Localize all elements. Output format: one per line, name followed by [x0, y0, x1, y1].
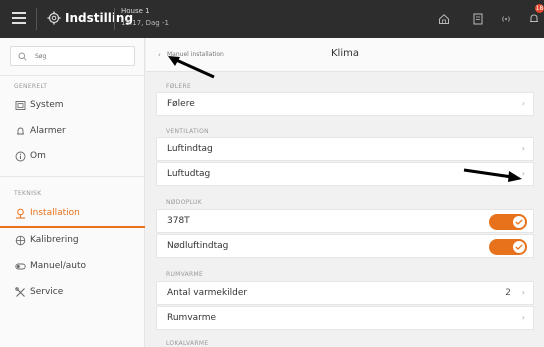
list-item-rumvarme[interactable]: Rumvarme › — [156, 306, 534, 330]
check-icon — [515, 219, 523, 225]
row-label: Luftindtag — [167, 144, 213, 154]
settings-gear-icon — [47, 11, 61, 25]
main-panel: ‹ Manuel installation Klima FØLERE Føler… — [146, 38, 544, 347]
sidebar-item-kalibrering[interactable]: Kalibrering — [0, 229, 145, 253]
chevron-right-icon: › — [521, 313, 525, 322]
house-icon[interactable] — [438, 13, 450, 25]
bell-icon — [17, 127, 24, 135]
divider — [0, 176, 145, 177]
sidebar-item-label: Installation — [30, 208, 80, 218]
section-label-rumvarme: RUMVARME — [166, 271, 204, 278]
section-label-lokalvarme: LOKALVARME — [166, 340, 209, 347]
system-icon — [15, 101, 26, 110]
report-icon[interactable] — [472, 13, 484, 25]
divider — [0, 75, 145, 76]
section-label-nodopluk: NØDOPLUK — [166, 199, 202, 206]
row-label: Nødluftindtag — [167, 241, 229, 251]
list-item-folere[interactable]: Følere › — [156, 92, 534, 116]
signal-icon[interactable] — [500, 13, 512, 25]
notification-badge: 18 — [535, 4, 544, 13]
calibration-icon — [15, 235, 26, 246]
list-item-378t: 378T — [156, 209, 534, 233]
row-label: Antal varmekilder — [167, 288, 248, 298]
section-label-ventilation: VENTILATION — [166, 128, 209, 135]
search-box[interactable] — [10, 46, 135, 66]
list-item-nodluftindtag: Nødluftindtag — [156, 234, 534, 258]
chevron-right-icon: › — [521, 144, 525, 153]
toggle-knob — [513, 241, 525, 253]
toggle-knob — [513, 216, 525, 228]
house-time: 13:17, Dag -1 — [121, 19, 169, 27]
house-name: House 1 — [121, 7, 150, 15]
sidebar-item-service[interactable]: Service — [0, 281, 145, 305]
chevron-right-icon: › — [521, 288, 525, 297]
sidebar-item-manuel-auto[interactable]: Manuel/auto — [0, 255, 145, 279]
sidebar-item-label: Om — [30, 151, 46, 161]
installation-icon — [16, 208, 25, 219]
search-input[interactable] — [35, 50, 130, 63]
sidebar-item-label: Manuel/auto — [30, 261, 87, 271]
sidebar: GENERELT System Alarmer Om TEKNISK Insta… — [0, 38, 145, 347]
list-item-luftindtag[interactable]: Luftindtag › — [156, 137, 534, 161]
toggle-switch-nodluftindtag[interactable] — [489, 239, 527, 255]
tools-icon — [15, 287, 25, 297]
divider — [36, 8, 37, 30]
top-bar: Indstilling House 1 13:17, Dag -1 18 — [0, 0, 544, 38]
sidebar-item-label: System — [30, 100, 64, 110]
sidebar-item-system[interactable]: System — [0, 94, 145, 118]
row-label: 378T — [167, 216, 190, 226]
active-indicator — [0, 226, 145, 228]
list-item-antal-varmekilder[interactable]: Antal varmekilder 2 › — [156, 281, 534, 305]
section-label-folere: FØLERE — [166, 83, 192, 90]
sidebar-item-label: Service — [30, 287, 64, 297]
row-label: Rumvarme — [167, 313, 217, 323]
check-icon — [515, 244, 523, 250]
menu-icon[interactable] — [12, 12, 26, 24]
chevron-right-icon: › — [521, 99, 525, 108]
sidebar-item-installation[interactable]: Installation — [0, 202, 145, 226]
sidebar-item-om[interactable]: Om — [0, 145, 145, 169]
info-icon — [15, 151, 26, 162]
toggle-switch-378t[interactable] — [489, 214, 527, 230]
annotation-arrow-icon — [463, 168, 522, 182]
annotation-arrow-icon — [168, 56, 215, 79]
sidebar-item-label: Alarmer — [30, 126, 66, 136]
group-label-generelt: GENERELT — [14, 83, 48, 90]
row-value: 2 — [505, 288, 511, 298]
row-label: Følere — [167, 99, 195, 109]
row-label: Luftudtag — [167, 169, 211, 179]
sidebar-item-label: Kalibrering — [30, 235, 79, 245]
divider — [114, 8, 115, 30]
toggle-icon — [15, 263, 26, 270]
sidebar-item-alarmer[interactable]: Alarmer — [0, 120, 145, 144]
group-label-teknisk: TEKNISK — [14, 190, 42, 197]
search-icon — [18, 52, 27, 61]
bell-icon[interactable] — [528, 13, 540, 25]
